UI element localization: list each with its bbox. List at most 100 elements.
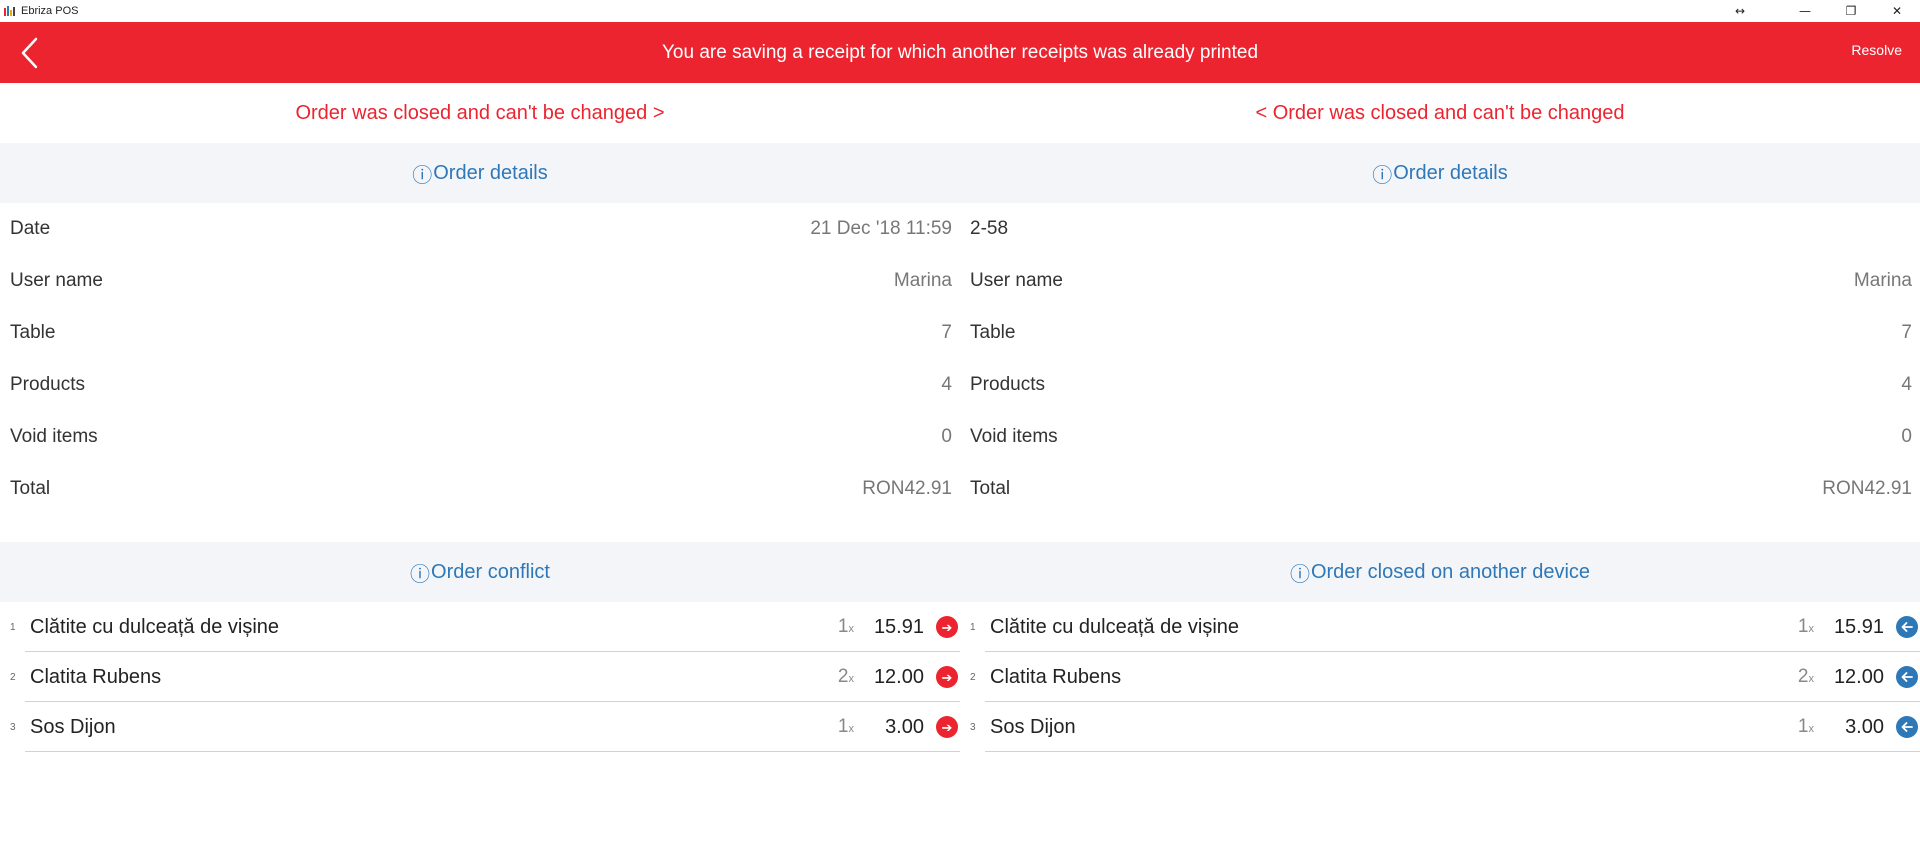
section-title: Order conflict	[431, 560, 550, 583]
item-quantity: 1x	[1797, 616, 1814, 637]
detail-row-void-items: Void items 0	[0, 411, 960, 463]
arrow-left-glyph	[1901, 672, 1913, 682]
detail-label: Void items	[10, 426, 98, 447]
item-price: 15.91	[1833, 615, 1884, 638]
detail-row-void-items: Void items 0	[960, 411, 1920, 463]
detail-row-user-name: User name Marina	[960, 255, 1920, 307]
order-conflict-header: ⓘ Order conflict	[0, 542, 960, 602]
app-logo-icon	[4, 6, 15, 16]
order-details-header: ⓘ Order details	[0, 143, 960, 203]
detail-row-table: Table 7	[960, 307, 1920, 359]
order-details-header: ⓘ Order details	[960, 143, 1920, 203]
detail-row-table: Table 7	[0, 307, 960, 359]
arrow-left-circle-icon[interactable]	[1896, 716, 1918, 738]
detail-label: 2-58	[970, 218, 1009, 239]
item-price: 15.91	[873, 615, 924, 638]
detail-value: RON42.91	[862, 478, 952, 499]
window-titlebar: Ebriza POS ↔ — ❐ ✕	[0, 0, 1920, 22]
detail-label: Products	[970, 374, 1045, 395]
item-name: Clatita Rubens	[990, 665, 1122, 688]
order-items-list: 1 Clătite cu dulceață de vișine 1x 15.91…	[0, 602, 960, 752]
item-name: Clatita Rubens	[30, 665, 162, 688]
section-title: Order details	[433, 161, 548, 184]
detail-value: 7	[1901, 322, 1912, 343]
arrow-left-circle-icon[interactable]	[1896, 616, 1918, 638]
detail-label: Void items	[970, 426, 1058, 447]
info-icon: ⓘ	[1289, 563, 1310, 586]
item-name: Clătite cu dulceață de vișine	[30, 615, 280, 638]
list-item: 2 Clatita Rubens 2x 12.00	[960, 652, 1920, 702]
section-title: Order details	[1393, 161, 1508, 184]
window-title: Ebriza POS	[21, 5, 79, 17]
order-closed-link[interactable]: < Order was closed and can't be changed	[960, 83, 1920, 143]
detail-value: 21 Dec '18 11:59	[810, 218, 952, 239]
item-quantity: 1x	[1797, 716, 1814, 737]
item-index: 1	[10, 621, 16, 633]
item-price: 12.00	[1833, 665, 1884, 688]
detail-value: 0	[941, 426, 952, 447]
list-item: 3 Sos Dijon 1x 3.00	[960, 702, 1920, 752]
item-price: 3.00	[885, 715, 924, 738]
item-quantity: 1x	[837, 616, 854, 637]
item-name: Sos Dijon	[30, 715, 116, 738]
arrow-left-circle-icon[interactable]	[1896, 666, 1918, 688]
list-item: 1 Clătite cu dulceață de vișine 1x 15.91…	[0, 602, 960, 652]
detail-row-products: Products 4	[960, 359, 1920, 411]
order-closed-link[interactable]: Order was closed and can't be changed >	[0, 83, 960, 143]
detail-value: 7	[941, 322, 952, 343]
conflict-banner: You are saving a receipt for which anoth…	[0, 22, 1920, 83]
close-button[interactable]: ✕	[1874, 0, 1920, 22]
detail-value: RON42.91	[1822, 478, 1912, 499]
item-index: 1	[970, 621, 976, 633]
section-title: Order closed on another device	[1310, 560, 1591, 583]
resize-icon[interactable]: ↔	[1728, 0, 1752, 22]
detail-row-total: Total RON42.91	[960, 463, 1920, 515]
resolve-button[interactable]: Resolve	[1851, 42, 1902, 58]
item-index: 2	[10, 671, 16, 683]
list-item: 2 Clatita Rubens 2x 12.00 ➔	[0, 652, 960, 702]
detail-label: Table	[970, 322, 1016, 343]
arrow-right-circle-icon[interactable]: ➔	[936, 716, 958, 738]
item-quantity: 2x	[1797, 666, 1814, 687]
detail-value: 4	[1901, 374, 1912, 395]
list-item: 3 Sos Dijon 1x 3.00 ➔	[0, 702, 960, 752]
restore-button[interactable]: ❐	[1828, 0, 1874, 22]
item-price: 3.00	[1845, 715, 1884, 738]
detail-row-total: Total RON42.91	[0, 463, 960, 515]
arrow-right-circle-icon[interactable]: ➔	[936, 666, 958, 688]
detail-value: Marina	[893, 270, 952, 291]
detail-row-products: Products 4	[0, 359, 960, 411]
back-button[interactable]	[18, 35, 42, 71]
detail-label: Date	[10, 218, 51, 239]
detail-label: User name	[10, 270, 103, 291]
detail-label: Table	[10, 322, 56, 343]
item-name: Sos Dijon	[990, 715, 1076, 738]
info-icon: ⓘ	[410, 563, 431, 586]
detail-label: Products	[10, 374, 85, 395]
detail-value: Marina	[1853, 270, 1912, 291]
local-order-panel: Order was closed and can't be changed > …	[0, 83, 960, 752]
minimize-button[interactable]: —	[1782, 0, 1828, 22]
detail-row-order-number: 2-58	[960, 203, 1920, 255]
list-item: 1 Clătite cu dulceață de vișine 1x 15.91	[960, 602, 1920, 652]
info-icon: ⓘ	[412, 164, 433, 187]
detail-label: User name	[970, 270, 1063, 291]
arrow-right-circle-icon[interactable]: ➔	[936, 616, 958, 638]
item-quantity: 1x	[837, 716, 854, 737]
info-icon: ⓘ	[1372, 164, 1393, 187]
arrow-left-glyph	[1901, 622, 1913, 632]
order-items-list: 1 Clătite cu dulceață de vișine 1x 15.91…	[960, 602, 1920, 752]
item-name: Clătite cu dulceață de vișine	[990, 615, 1240, 638]
detail-row-date: Date 21 Dec '18 11:59	[0, 203, 960, 255]
banner-message: You are saving a receipt for which anoth…	[661, 41, 1259, 63]
order-details: Date 21 Dec '18 11:59 User name Marina T…	[0, 203, 960, 515]
order-closed-header: ⓘ Order closed on another device	[960, 542, 1920, 602]
detail-row-user-name: User name Marina	[0, 255, 960, 307]
item-quantity: 2x	[837, 666, 854, 687]
arrow-left-glyph	[1901, 722, 1913, 732]
chevron-left-icon	[21, 37, 38, 69]
detail-label: Total	[970, 478, 1011, 499]
detail-label: Total	[10, 478, 51, 499]
